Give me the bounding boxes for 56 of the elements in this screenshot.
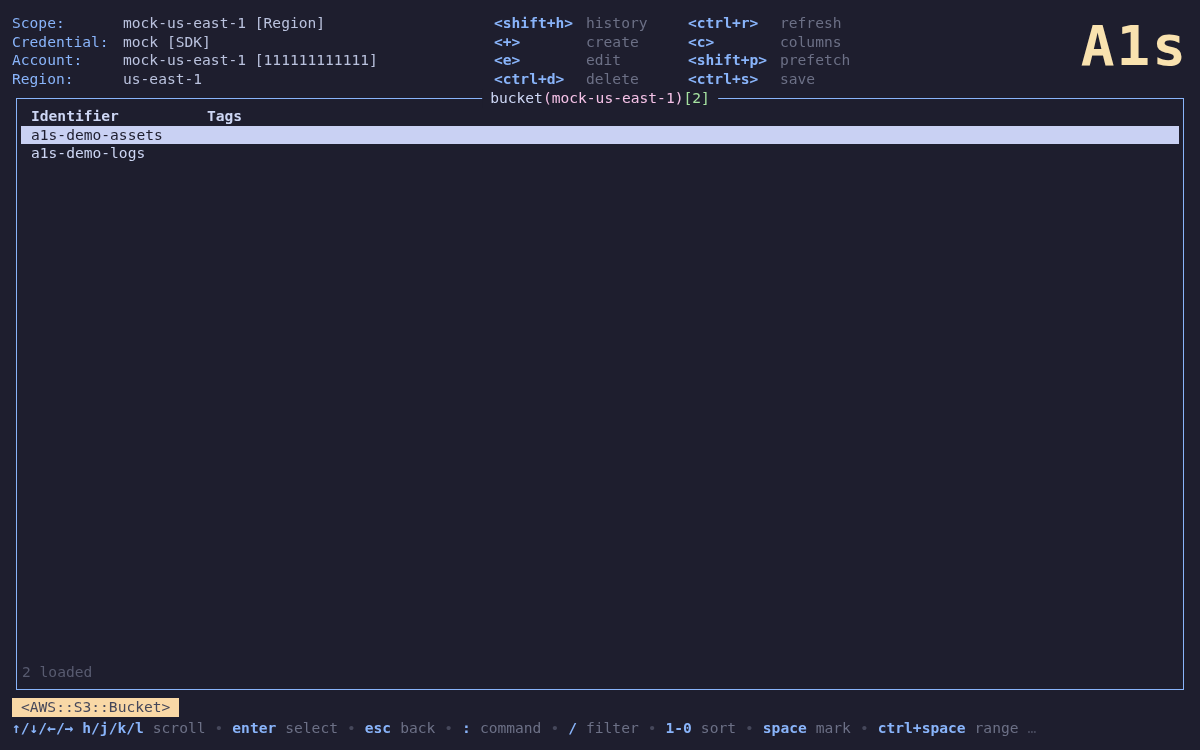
- hint-key: :: [462, 718, 480, 737]
- status-text: 2 loaded: [21, 662, 94, 681]
- shortcut-action: columns: [780, 32, 843, 51]
- separator-dot: •: [214, 718, 224, 737]
- separator-dot: •: [346, 718, 356, 737]
- hint-key: ↑/↓/←/→ h/j/k/l: [12, 718, 153, 737]
- hint-key: /: [568, 718, 586, 737]
- table-row[interactable]: a1s-demo-logs: [21, 144, 1179, 163]
- hint-action: mark: [815, 718, 851, 737]
- resource-type-badge: <AWS::S3::Bucket>: [12, 698, 180, 717]
- hint-action: back: [400, 718, 436, 737]
- shortcut-key: <ctrl+r>: [688, 14, 780, 33]
- hint-action: sort: [700, 718, 736, 737]
- column-header[interactable]: Identifier: [31, 107, 207, 126]
- shortcut-action: prefetch: [780, 51, 852, 70]
- separator-dot: •: [859, 718, 869, 737]
- separator-dot: •: [745, 718, 754, 737]
- column-header[interactable]: Tags: [207, 107, 383, 126]
- shortcut-action: edit: [586, 51, 623, 70]
- context-value: mock [SDK]: [123, 32, 212, 51]
- shortcut-key: <ctrl+s>: [688, 69, 780, 88]
- shortcut-action: history: [586, 14, 649, 33]
- table-row[interactable]: a1s-demo-assets: [21, 125, 1179, 144]
- hint-key: 1-0: [665, 718, 701, 737]
- logo: A1s: [1080, 18, 1188, 74]
- hint-key: enter: [232, 718, 286, 737]
- shortcut-key: <shift+h>: [494, 14, 586, 33]
- context-label: Region:: [12, 69, 75, 88]
- context-value: mock-us-east-1 [111111111111]: [123, 51, 379, 70]
- hint-action: scroll: [152, 718, 206, 737]
- shortcut-key: <c>: [688, 32, 780, 51]
- hint-action: command: [479, 718, 542, 737]
- more-ellipsis: …: [1027, 718, 1037, 737]
- shortcut-action: refresh: [780, 14, 843, 33]
- shortcut-action: create: [586, 32, 640, 51]
- separator-dot: •: [550, 718, 560, 737]
- context-label: Credential:: [12, 32, 110, 51]
- context-value: us-east-1: [123, 69, 204, 88]
- shortcut-action: save: [780, 69, 817, 88]
- separator-dot: •: [647, 718, 657, 737]
- hint-action: select: [285, 718, 338, 737]
- shortcut-key: <ctrl+d>: [494, 69, 586, 88]
- shortcut-key: <+>: [494, 32, 586, 51]
- shortcut-key: <shift+p>: [688, 51, 780, 70]
- panel-title: bucket(mock-us-east-1)[2]: [482, 89, 718, 108]
- context-label: Scope:: [12, 14, 66, 33]
- hint-key: esc: [364, 718, 401, 737]
- hint-key: space: [762, 718, 816, 737]
- context-label: Account:: [12, 51, 84, 70]
- context-value: mock-us-east-1 [Region]: [123, 14, 327, 33]
- hint-key: ctrl+space: [877, 718, 975, 737]
- hint-action: range: [974, 718, 1019, 737]
- hint-action: filter: [586, 718, 639, 737]
- shortcut-key: <e>: [494, 51, 586, 70]
- shortcut-action: delete: [586, 69, 640, 88]
- separator-dot: •: [444, 718, 454, 737]
